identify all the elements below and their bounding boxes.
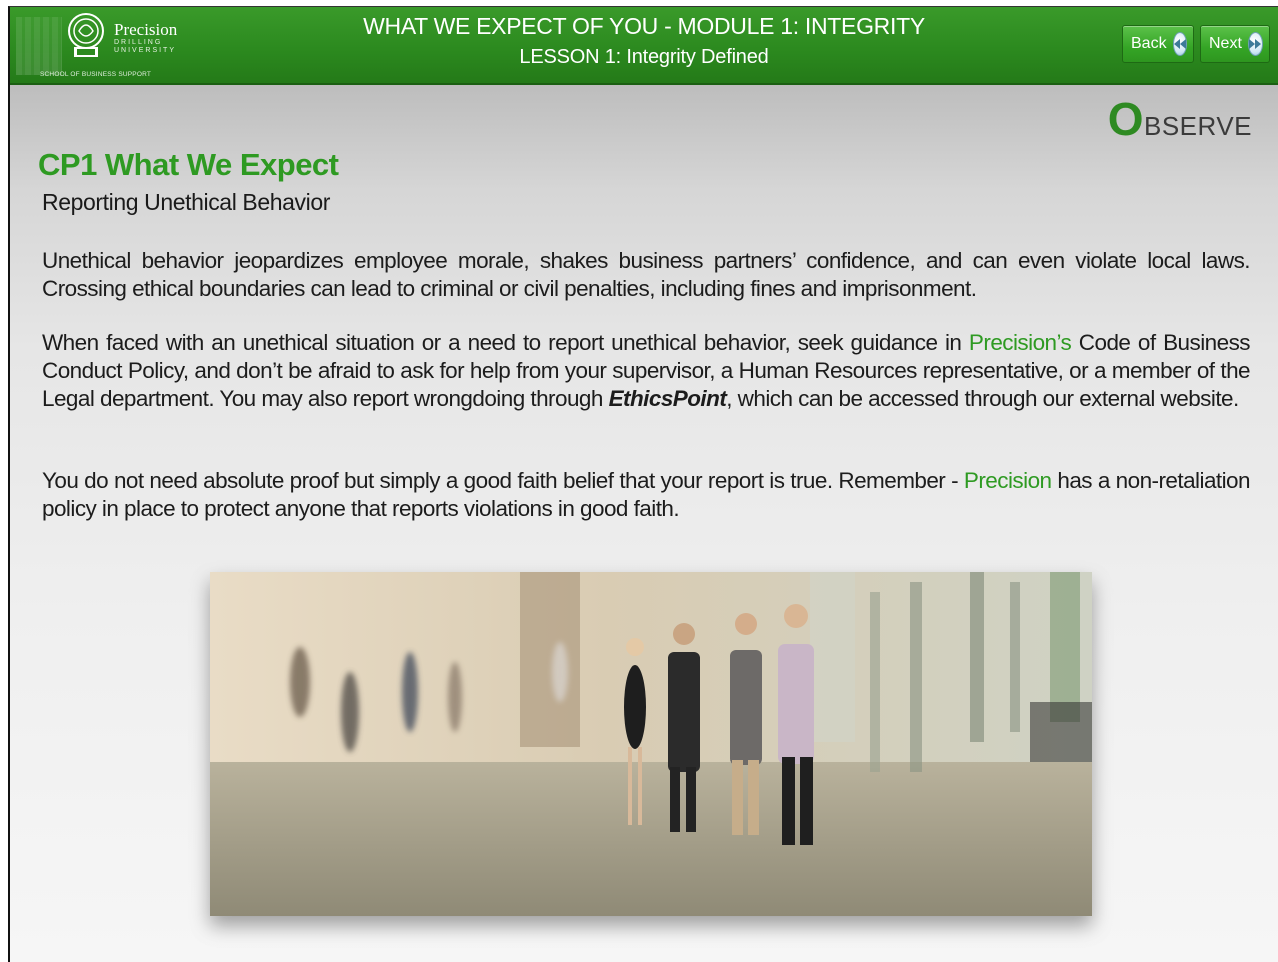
lesson-title: LESSON 1: Integrity Defined: [519, 46, 769, 68]
observe-label: OBSERVE: [1108, 96, 1252, 146]
photo-illustration: [210, 572, 1092, 916]
module-title: WHAT WE EXPECT OF YOU - MODULE 1: INTEGR…: [363, 13, 925, 39]
paragraph-2-part-a: When faced with an unethical situation o…: [42, 330, 969, 355]
paragraph-2: When faced with an unethical situation o…: [42, 329, 1251, 413]
paragraph-3: You do not need absolute proof but simpl…: [42, 467, 1251, 523]
next-button[interactable]: Next: [1200, 25, 1270, 63]
header-bar: Precision DRILLING UNIVERSITY SCHOOL OF …: [10, 7, 1278, 85]
brand-highlight: Precision’s: [968, 330, 1072, 355]
paragraph-1: Unethical behavior jeopardizes employee …: [42, 248, 1251, 301]
lesson-content: OBSERVE CP1 What We Expect Reporting Une…: [10, 85, 1278, 962]
observe-initial: O: [1107, 93, 1144, 145]
forward-icon: [1247, 32, 1263, 56]
ethicspoint-term: EthicsPoint: [608, 386, 727, 411]
paragraph-2-part-c: , which can be accessed through our exte…: [726, 386, 1239, 411]
next-button-label: Next: [1209, 35, 1242, 52]
back-button-label: Back: [1131, 35, 1167, 52]
section-subtitle: Reporting Unethical Behavior: [42, 189, 330, 215]
page-title: CP1 What We Expect: [38, 147, 339, 182]
course-window: Precision DRILLING UNIVERSITY SCHOOL OF …: [8, 6, 1278, 962]
paragraph-3-part-a: You do not need absolute proof but simpl…: [42, 468, 964, 493]
back-button[interactable]: Back: [1122, 25, 1194, 63]
rewind-icon: [1172, 32, 1187, 56]
observe-rest: BSERVE: [1143, 111, 1252, 141]
office-lobby-photo: [210, 572, 1092, 916]
logo-school: SCHOOL OF BUSINESS SUPPORT: [40, 71, 152, 78]
brand-highlight: Precision: [963, 468, 1052, 493]
